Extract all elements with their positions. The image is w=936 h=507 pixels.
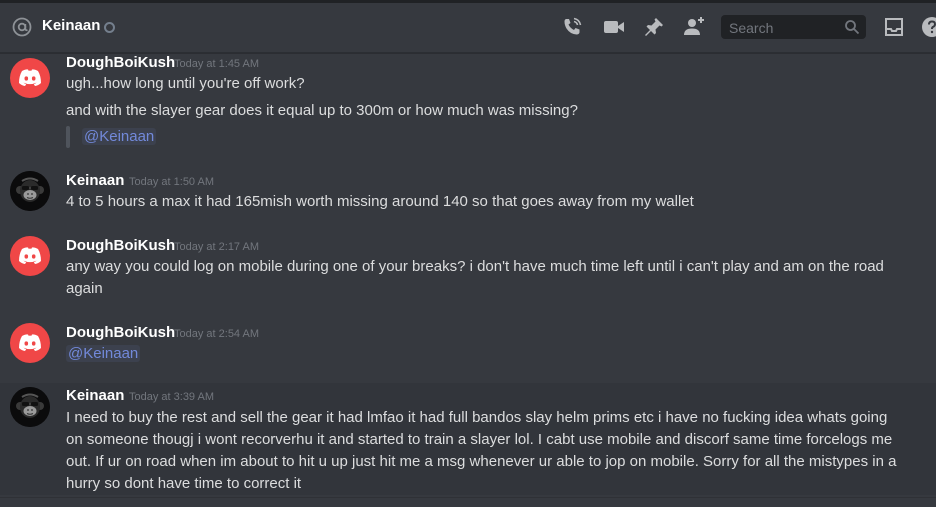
quote-bar	[66, 126, 70, 148]
message-text: and with the slayer gear does it equal u…	[66, 102, 578, 119]
timestamp: Today at 2:54 AM	[174, 328, 259, 340]
username[interactable]: Keinaan	[66, 172, 124, 189]
message-list[interactable]: DoughBoiKush Today at 1:45 AM ugh...how …	[0, 53, 936, 507]
message-text: I need to buy the rest and sell the gear…	[66, 409, 897, 492]
video-camera-icon[interactable]	[602, 15, 626, 39]
message-group: DoughBoiKush Today at 1:45 AM ugh...how …	[0, 53, 936, 159]
timestamp: Today at 1:50 AM	[129, 176, 214, 188]
at-icon	[12, 17, 32, 37]
timestamp: Today at 2:17 AM	[174, 241, 259, 253]
message-group: Keinaan Today at 1:50 AM 4 to 5 hours a …	[0, 171, 936, 221]
username[interactable]: DoughBoiKush	[66, 237, 175, 254]
status-offline-icon	[104, 22, 115, 33]
message-group: DoughBoiKush Today at 2:17 AM any way yo…	[0, 236, 936, 308]
channel-header: Keinaan	[0, 0, 936, 53]
user-mention[interactable]: @Keinaan	[66, 345, 141, 362]
avatar[interactable]	[10, 58, 50, 98]
discord-logo-icon	[19, 334, 41, 351]
avatar[interactable]	[10, 236, 50, 276]
inbox-icon[interactable]	[882, 15, 906, 39]
window-top-edge	[0, 0, 936, 3]
add-friend-icon[interactable]	[682, 15, 706, 39]
message-text: ugh...how long until you're off work?	[66, 75, 305, 92]
avatar[interactable]	[10, 171, 50, 211]
message-text: @Keinaan	[66, 343, 906, 365]
message-group: DoughBoiKush Today at 2:54 AM @Keinaan	[0, 323, 936, 373]
discord-logo-icon	[19, 247, 41, 264]
avatar[interactable]	[10, 387, 50, 427]
user-mention[interactable]: @Keinaan	[82, 128, 157, 145]
search-input[interactable]	[727, 18, 841, 38]
avatar[interactable]	[10, 323, 50, 363]
quote-content: @Keinaan	[82, 126, 282, 148]
phone-call-icon[interactable]	[560, 15, 584, 39]
timestamp: Today at 3:39 AM	[129, 391, 214, 403]
message-text: any way you could log on mobile during o…	[66, 258, 884, 297]
username[interactable]: DoughBoiKush	[66, 324, 175, 341]
discord-logo-icon	[19, 69, 41, 86]
timestamp: Today at 1:45 AM	[174, 58, 259, 70]
username[interactable]: DoughBoiKush	[66, 54, 175, 71]
search-icon[interactable]	[844, 19, 860, 35]
monkey-avatar-icon	[10, 171, 50, 211]
message-group: Keinaan Today at 3:39 AM I need to buy t…	[0, 383, 936, 495]
list-bottom-divider	[0, 497, 936, 498]
help-icon[interactable]	[920, 15, 936, 39]
pin-icon[interactable]	[642, 15, 666, 39]
monkey-avatar-icon	[10, 387, 50, 427]
channel-title: Keinaan	[42, 17, 101, 34]
username[interactable]: Keinaan	[66, 387, 124, 404]
message-text: 4 to 5 hours a max it had 165mish worth …	[66, 193, 694, 210]
search-box[interactable]	[721, 15, 866, 39]
